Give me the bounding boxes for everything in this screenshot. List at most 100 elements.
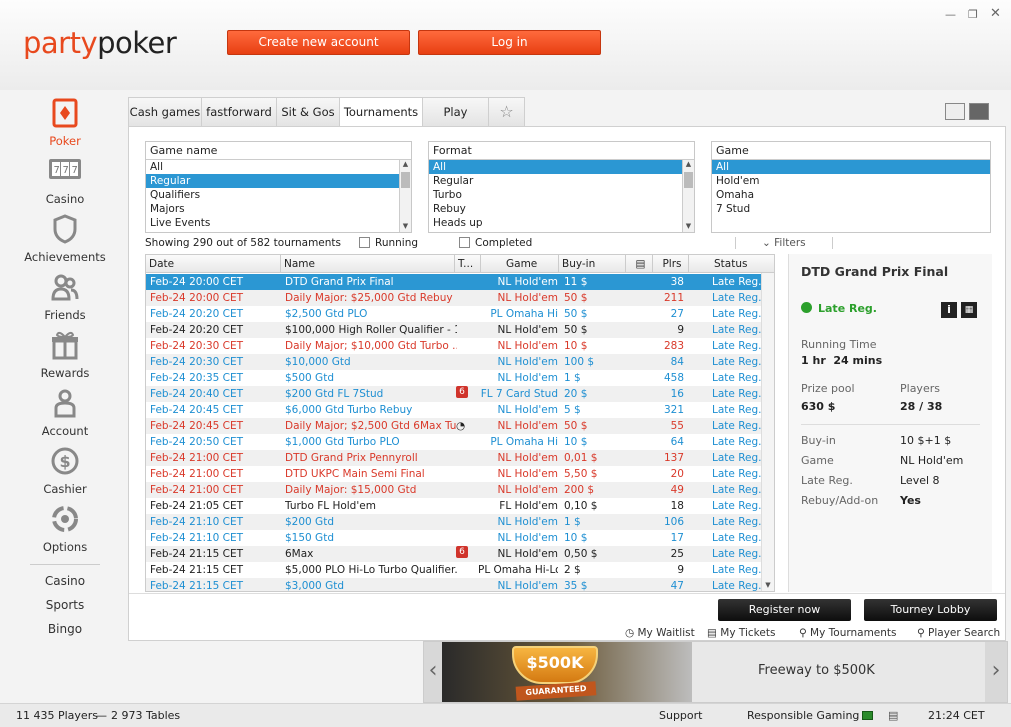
filter-game-name[interactable]: Game name All Regular Qualifiers Majors … [145,141,412,233]
col-name[interactable]: Name [281,255,455,273]
filter-option[interactable]: Turbo [429,188,694,202]
ticket-icon[interactable]: ▤ [626,255,653,273]
login-button[interactable]: Log in [418,30,601,55]
structure-icon[interactable]: ▦ [961,302,977,318]
table-row[interactable]: Feb-24 20:45 CET $6,000 Gtd Turbo Rebuy NL… [146,402,762,418]
cell-plrs: 17 [670,532,684,544]
nav-poker[interactable]: Poker [0,98,130,148]
table-row[interactable]: Feb-24 20:30 CET $10,000 Gtd NL Hold'em 100… [146,354,762,370]
tab-fastforward[interactable]: fastforward [201,97,277,127]
table-row[interactable]: Feb-24 21:10 CET $200 Gtd NL Hold'em 1 $ 106… [146,514,762,530]
table-row[interactable]: Feb-24 21:15 CET 6Max 6 NL Hold'em 0,50 $ 25 L… [146,546,762,562]
table-row[interactable]: Feb-24 20:45 CET Daily Major; $2,500 Gtd … [146,418,762,434]
filter-option[interactable]: Regular [429,174,694,188]
filters-toggle[interactable]: ⌄ Filters [735,237,833,249]
filter-option[interactable]: Live Events [146,216,411,230]
nav-account[interactable]: Account [0,388,130,438]
tab-cash-games[interactable]: Cash games [128,97,202,127]
filter-option[interactable]: 7 Stud [712,202,990,216]
nav-link-casino[interactable]: Casino [0,574,130,588]
completed-checkbox-box[interactable] [459,237,470,248]
banner-next-icon[interactable]: › [985,642,1007,702]
filter-option[interactable]: All [429,160,694,174]
filter-option[interactable]: Majors [146,202,411,216]
close-icon[interactable]: ✕ [990,6,1001,21]
filter-scrollbar[interactable]: ▲ ▼ [399,160,411,232]
register-button[interactable]: Register now [718,599,851,621]
create-account-button[interactable]: Create new account [227,30,410,55]
col-buyin[interactable]: Buy-in [559,255,626,273]
nav-options[interactable]: Options [0,504,130,554]
table-row[interactable]: Feb-24 21:00 CET Daily Major: $15,000 Gtd… [146,482,762,498]
filter-option[interactable]: All [712,160,990,174]
tab-sit-gos[interactable]: Sit & Gos [276,97,340,127]
col-players[interactable]: Plrs [653,255,689,273]
filter-option[interactable]: All [146,160,411,174]
filter-game[interactable]: Game All Hold'em Omaha 7 Stud [711,141,991,233]
filter-option[interactable]: Rebuy [429,202,694,216]
table-scrollbar[interactable]: ▼ [761,273,774,591]
nav-achievements[interactable]: Achievements [0,214,130,264]
nav-friends[interactable]: Friends [0,272,130,322]
list-view-icon[interactable] [969,103,989,120]
filter-option[interactable]: Qualifiers [146,188,411,202]
support-link[interactable]: Support [659,704,702,727]
chevron-down-icon: ⌄ [762,237,775,249]
tab-tournaments[interactable]: Tournaments [339,97,423,128]
restore-icon[interactable]: ❐ [968,8,978,21]
col-game[interactable]: Game [481,255,559,273]
filter-option[interactable]: Regular [146,174,411,188]
filter-option[interactable]: Omaha [712,188,990,202]
responsible-gaming-link[interactable]: Responsible Gaming [747,704,859,727]
nav-casino[interactable]: 777 Casino [0,156,130,206]
running-checkbox[interactable]: Running [359,237,418,249]
col-type[interactable]: T... [455,255,481,273]
table-row[interactable]: Feb-24 21:10 CET $150 Gtd NL Hold'em 10 $ 17… [146,530,762,546]
my-waitlist-link[interactable]: ◷ My Waitlist [625,627,695,639]
my-tickets-link[interactable]: ▤ My Tickets [707,627,775,639]
table-row[interactable]: Feb-24 20:20 CET $100,000 High Roller Qua… [146,322,762,338]
banner-prev-icon[interactable]: ‹ [424,642,442,702]
grid-view-icon[interactable] [945,103,965,120]
completed-label: Completed [475,237,533,249]
nav-rewards[interactable]: Rewards [0,330,130,380]
table-row[interactable]: Feb-24 20:00 CET Daily Major: $25,000 Gtd… [146,290,762,306]
filter-option[interactable]: Hold'em [712,174,990,188]
filter-option[interactable]: Heads up [429,216,694,230]
player-search-link[interactable]: ⚲ Player Search [917,627,1000,639]
table-row[interactable]: Feb-24 20:30 CET Daily Major; $10,000 Gtd… [146,338,762,354]
table-row[interactable]: Feb-24 21:15 CET $5,000 PLO Hi-Lo Turbo Q… [146,562,762,578]
cell-plrs: 38 [670,276,684,288]
table-row[interactable]: Feb-24 21:15 CET $3,000 Gtd NL Hold'em 35 $… [146,578,762,591]
table-row[interactable]: Feb-24 21:00 CET DTD UKPC Main Semi Final… [146,466,762,482]
minimize-icon[interactable]: — [945,8,956,21]
info-icon[interactable]: i [941,302,957,318]
cell-plrs: 9 [677,564,684,576]
table-row[interactable]: Feb-24 20:50 CET $1,000 Gtd Turbo PLO PL O… [146,434,762,450]
tourney-lobby-button[interactable]: Tourney Lobby [864,599,997,621]
nav-cashier[interactable]: $ Cashier [0,446,130,496]
table-row[interactable]: Feb-24 20:40 CET $200 Gtd FL 7Stud 6 FL 7 C… [146,386,762,402]
table-row[interactable]: Feb-24 21:05 CET Turbo FL Hold'em FL Hold'… [146,498,762,514]
my-tournaments-link[interactable]: ⚲ My Tournaments [799,627,897,639]
col-date[interactable]: Date [146,255,281,273]
nav-link-sports[interactable]: Sports [0,598,130,612]
completed-checkbox[interactable]: Completed [459,237,532,249]
col-status[interactable]: Status [689,255,774,273]
filter-scrollbar[interactable]: ▲ ▼ [682,160,694,232]
table-row[interactable]: Feb-24 20:35 CET $500 Gtd NL Hold'em 1 $ 458… [146,370,762,386]
table-row[interactable]: Feb-24 21:00 CET DTD Grand Prix Pennyroll… [146,450,762,466]
filter-format[interactable]: Format All Regular Turbo Rebuy Heads up … [428,141,695,233]
running-checkbox-box[interactable] [359,237,370,248]
promo-banner[interactable]: ‹ $500K GUARANTEED Freeway to $500K › [423,641,1008,703]
favorites-star-icon[interactable]: ☆ [488,97,525,127]
table-row[interactable]: Feb-24 20:00 CET DTD Grand Prix Final NL H… [146,274,762,290]
table-row[interactable]: Feb-24 20:20 CET $2,500 Gtd PLO PL Omaha H… [146,306,762,322]
tab-play-money[interactable]: Play Money [422,97,489,147]
nav-link-bingo[interactable]: Bingo [0,622,130,636]
trophy-icon: ⚲ [799,627,811,639]
cell-status: Late Reg. [712,500,762,512]
cell-buyin: 1 $ [564,372,581,384]
cell-plrs: 283 [663,340,684,352]
cell-status: Late Reg. [712,308,762,320]
